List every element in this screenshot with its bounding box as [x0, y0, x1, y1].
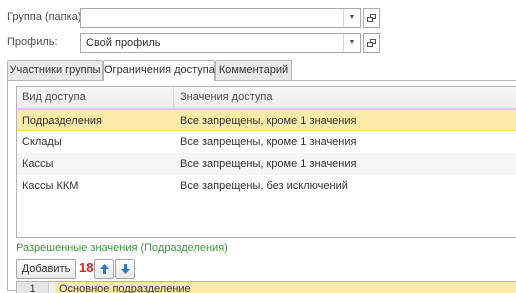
chevron-down-icon[interactable]: ▼: [343, 9, 360, 27]
annotation-number: 18: [79, 260, 94, 275]
chevron-down-icon[interactable]: ▼: [343, 34, 360, 52]
table-row[interactable]: Кассы ККМ Все запрещены, без исключений: [17, 175, 516, 197]
group-field[interactable]: ▼: [80, 8, 361, 28]
access-kinds-table: Вид доступа Значения доступа Подразделен…: [16, 86, 516, 238]
column-header-values[interactable]: Значения доступа: [180, 91, 272, 103]
arrow-down-icon: [121, 264, 130, 274]
row-value: Все запрещены, кроме 1 значения: [180, 115, 357, 127]
move-down-button[interactable]: [115, 259, 135, 279]
row-number: 1: [17, 282, 49, 293]
tab-access-restrictions[interactable]: Ограничения доступа: [103, 60, 215, 81]
row-value: Основное подразделение: [55, 282, 516, 293]
allowed-values-title: Разрешенные значения (Подразделения): [16, 242, 228, 254]
profile-row: Профиль: Свой профиль ▼: [0, 33, 516, 53]
arrow-up-icon: [100, 264, 109, 274]
group-row: Группа (папка): ▼: [0, 8, 516, 28]
profile-open-button[interactable]: [363, 33, 380, 53]
row-kind: Подразделения: [22, 115, 102, 127]
profile-field[interactable]: Свой профиль ▼: [80, 33, 361, 53]
row-value: Все запрещены, без исключений: [180, 180, 348, 192]
tab-comment[interactable]: Комментарий: [215, 60, 292, 80]
add-button[interactable]: Добавить: [16, 259, 76, 279]
profile-label: Профиль:: [7, 36, 58, 48]
table-row[interactable]: 1 Основное подразделение: [17, 282, 516, 293]
row-kind: Кассы ККМ: [22, 180, 79, 192]
profile-value: Свой профиль: [86, 37, 161, 49]
move-up-button[interactable]: [94, 259, 114, 279]
row-kind: Склады: [22, 136, 62, 148]
table-row[interactable]: Склады Все запрещены, кроме 1 значения: [17, 131, 516, 153]
table-row[interactable]: Подразделения Все запрещены, кроме 1 зна…: [17, 109, 516, 131]
table-header: Вид доступа Значения доступа: [17, 87, 516, 109]
row-value: Все запрещены, кроме 1 значения: [180, 136, 357, 148]
group-label: Группа (папка):: [7, 11, 85, 23]
table-row[interactable]: Кассы Все запрещены, кроме 1 значения: [17, 153, 516, 175]
allowed-values-table: 1 Основное подразделение: [16, 281, 516, 293]
tab-group-members[interactable]: Участники группы: [7, 60, 103, 80]
group-open-button[interactable]: [363, 8, 380, 28]
row-value: Все запрещены, кроме 1 значения: [180, 158, 357, 170]
column-header-kind[interactable]: Вид доступа: [22, 91, 86, 103]
row-kind: Кассы: [22, 158, 54, 170]
